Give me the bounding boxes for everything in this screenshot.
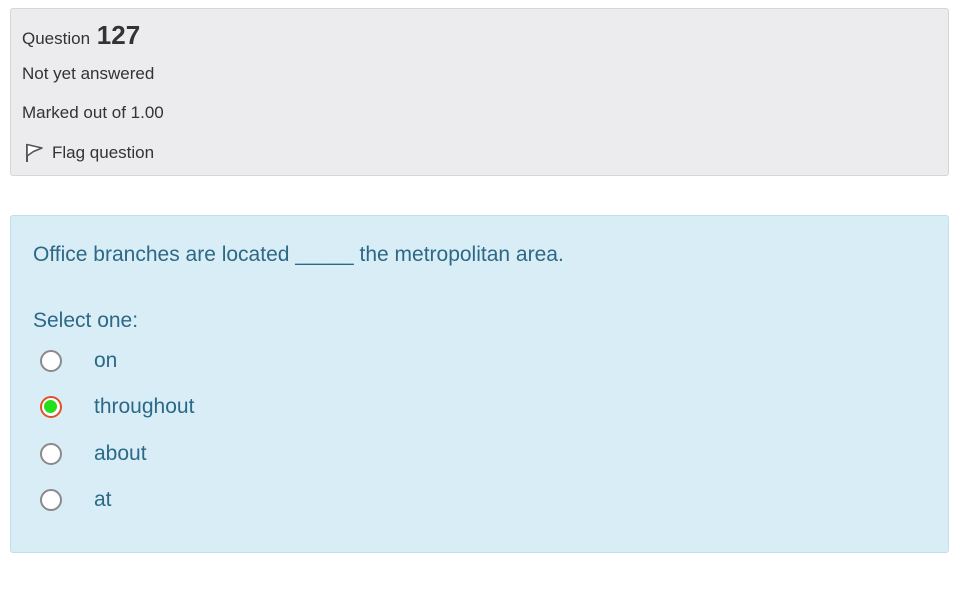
radio-button-at[interactable] bbox=[40, 489, 62, 511]
answer-option-label[interactable]: about bbox=[94, 442, 147, 466]
answer-option-label[interactable]: on bbox=[94, 349, 117, 373]
question-number-heading: Question 127 bbox=[22, 19, 140, 55]
question-text: Office branches are located _____ the me… bbox=[33, 243, 564, 266]
question-content-panel: Office branches are located _____ the me… bbox=[10, 215, 949, 553]
flag-icon[interactable] bbox=[23, 142, 45, 164]
question-grade: Marked out of 1.00 bbox=[22, 103, 164, 122]
answer-option-label[interactable]: at bbox=[94, 488, 112, 512]
answer-option-throughout[interactable]: throughout bbox=[40, 392, 194, 422]
answer-option-at[interactable]: at bbox=[40, 485, 112, 515]
question-number: 127 bbox=[96, 20, 141, 50]
radio-button-on[interactable] bbox=[40, 350, 62, 372]
question-label: Question bbox=[22, 29, 91, 48]
answer-option-label[interactable]: throughout bbox=[94, 395, 194, 419]
flag-question-link[interactable]: Flag question bbox=[22, 142, 154, 164]
radio-button-about[interactable] bbox=[40, 443, 62, 465]
flag-question-label[interactable]: Flag question bbox=[52, 143, 154, 163]
question-state: Not yet answered bbox=[22, 64, 155, 83]
question-info-panel: Question 127 Not yet answered Marked out… bbox=[10, 8, 949, 176]
answer-option-on[interactable]: on bbox=[40, 346, 117, 376]
answer-option-about[interactable]: about bbox=[40, 439, 147, 469]
radio-button-throughout[interactable] bbox=[40, 396, 62, 418]
answer-prompt: Select one: bbox=[33, 309, 139, 332]
